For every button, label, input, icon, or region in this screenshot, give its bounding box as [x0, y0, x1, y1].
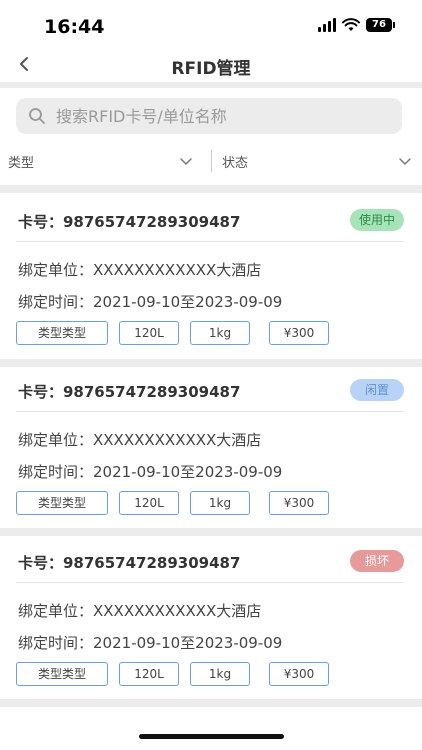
home-indicator[interactable] [139, 734, 284, 739]
card-number: 卡号：98765747289309487 [18, 383, 241, 401]
filter-row: 类型 状态 [0, 148, 422, 174]
status-icons: 76 [318, 18, 395, 32]
tag-capacity: 120L [119, 321, 179, 345]
nav-bar: RFID管理 [0, 48, 422, 82]
card-divider [16, 582, 404, 583]
bound-unit: 绑定单位：XXXXXXXXXXXX大酒店 [18, 261, 262, 279]
status-badge: 损坏 [350, 550, 404, 572]
status-bar: 16:44 76 [0, 0, 422, 50]
status-filter-label: 状态 [222, 155, 249, 171]
search-icon [29, 108, 45, 124]
bound-unit: 绑定单位：XXXXXXXXXXXX大酒店 [18, 431, 262, 449]
search-box[interactable] [16, 98, 402, 134]
tag-type: 类型类型 [16, 491, 108, 515]
tag-capacity: 120L [119, 662, 179, 686]
header-divider [0, 82, 422, 88]
bound-unit: 绑定单位：XXXXXXXXXXXX大酒店 [18, 602, 262, 620]
search-input[interactable] [54, 105, 378, 127]
card-divider [16, 411, 404, 412]
rfid-card[interactable]: 卡号：98765747289309487 闲置 绑定单位：XXXXXXXXXXX… [0, 379, 422, 521]
wifi-icon [342, 18, 360, 31]
bound-time: 绑定时间：2021-09-10至2023-09-09 [18, 463, 283, 481]
status-time: 16:44 [44, 16, 105, 38]
tag-type: 类型类型 [16, 321, 108, 345]
type-filter-label: 类型 [8, 155, 35, 171]
chevron-down-icon [399, 158, 411, 166]
bound-time: 绑定时间：2021-09-10至2023-09-09 [18, 634, 283, 652]
tag-weight: 1kg [190, 662, 250, 686]
tag-price: ¥300 [269, 662, 329, 686]
rfid-card[interactable]: 卡号：98765747289309487 使用中 绑定单位：XXXXXXXXXX… [0, 209, 422, 351]
card-separator [0, 699, 422, 707]
battery-icon: 76 [366, 18, 395, 32]
tag-price: ¥300 [269, 321, 329, 345]
card-separator [0, 359, 422, 367]
card-number: 卡号：98765747289309487 [18, 213, 241, 231]
tag-weight: 1kg [190, 321, 250, 345]
status-badge: 闲置 [350, 379, 404, 401]
card-divider [16, 241, 404, 242]
tag-type: 类型类型 [16, 662, 108, 686]
tag-weight: 1kg [190, 491, 250, 515]
filter-separator [211, 150, 212, 172]
tag-price: ¥300 [269, 491, 329, 515]
chevron-down-icon [180, 158, 192, 166]
card-separator [0, 528, 422, 536]
rfid-card[interactable]: 卡号：98765747289309487 损坏 绑定单位：XXXXXXXXXXX… [0, 550, 422, 692]
bound-time: 绑定时间：2021-09-10至2023-09-09 [18, 293, 283, 311]
page-title: RFID管理 [171, 59, 251, 79]
status-filter[interactable]: 状态 [222, 148, 412, 174]
filter-divider [0, 185, 422, 193]
status-badge: 使用中 [350, 209, 404, 231]
tag-capacity: 120L [119, 491, 179, 515]
type-filter[interactable]: 类型 [8, 148, 193, 174]
card-number: 卡号：98765747289309487 [18, 554, 241, 572]
cellular-signal-icon [318, 18, 336, 32]
